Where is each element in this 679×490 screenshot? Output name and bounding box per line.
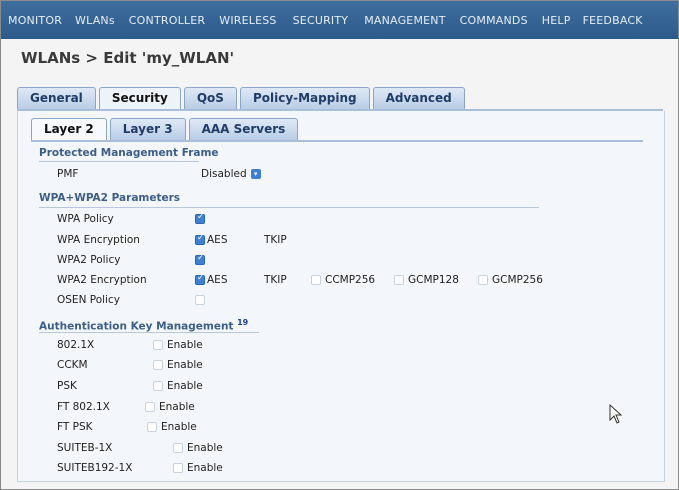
akm-enable-label: Enable bbox=[167, 339, 203, 351]
mouse-cursor-icon bbox=[609, 404, 623, 424]
wpa2-encryption-label: WPA2 Encryption bbox=[57, 274, 147, 286]
wpa2-policy-checkbox[interactable] bbox=[195, 253, 205, 265]
wpa-divider bbox=[39, 207, 539, 208]
pmf-divider bbox=[39, 161, 199, 162]
akm-enable-label: Enable bbox=[187, 462, 223, 474]
wpa2-aes-label: AES bbox=[207, 274, 228, 286]
wpa2-aes-checkbox[interactable] bbox=[195, 273, 205, 285]
wpa2-ccmp256-checkbox[interactable] bbox=[311, 275, 321, 285]
osen-policy-label: OSEN Policy bbox=[57, 294, 120, 306]
tab-general[interactable]: General bbox=[17, 87, 96, 109]
akm-suiteb192-1x-checkbox[interactable] bbox=[173, 463, 183, 473]
top-nav-bar: MONITOR WLANs CONTROLLER WIRELESS SECURI… bbox=[1, 1, 678, 39]
akm-item-label: PSK bbox=[57, 380, 77, 392]
wpa-section-title: WPA+WPA2 Parameters bbox=[39, 192, 181, 204]
wpa2-gcmp128-label: GCMP128 bbox=[408, 274, 459, 286]
tab-policy-mapping[interactable]: Policy-Mapping bbox=[239, 87, 370, 109]
pmf-select[interactable]: Disabled ▾ bbox=[201, 168, 261, 180]
chevron-down-icon: ▾ bbox=[250, 169, 261, 179]
wlan-tabs: General Security QoS Policy-Mapping Adva… bbox=[17, 87, 465, 109]
nav-monitor[interactable]: MONITOR bbox=[8, 14, 62, 27]
akm-item-label: 802.1X bbox=[57, 339, 95, 351]
wpa-encryption-label: WPA Encryption bbox=[57, 234, 140, 246]
osen-policy-checkbox[interactable] bbox=[195, 295, 205, 305]
pmf-section-title: Protected Management Frame bbox=[39, 147, 219, 159]
wpa2-policy-label: WPA2 Policy bbox=[57, 254, 121, 266]
security-subtabs: Layer 2 Layer 3 AAA Servers bbox=[31, 118, 299, 140]
akm-8021x-checkbox[interactable] bbox=[153, 340, 163, 350]
nav-wireless[interactable]: WIRELESS bbox=[219, 14, 276, 27]
subtab-layer-2[interactable]: Layer 2 bbox=[31, 118, 107, 140]
wpa2-ccmp256-label: CCMP256 bbox=[325, 274, 376, 286]
akm-item-label: SUITEB-1X bbox=[57, 442, 113, 454]
akm-section-title: Authentication Key Management 19 bbox=[39, 318, 248, 333]
app-window: MONITOR WLANs CONTROLLER WIRELESS SECURI… bbox=[0, 0, 679, 490]
wpa2-gcmp256-checkbox[interactable] bbox=[478, 275, 488, 285]
wpa2-tkip-label: TKIP bbox=[264, 274, 287, 286]
akm-item-label: FT PSK bbox=[57, 421, 93, 433]
akm-psk-checkbox[interactable] bbox=[153, 381, 163, 391]
akm-cckm-checkbox[interactable] bbox=[153, 360, 163, 370]
tab-advanced[interactable]: Advanced bbox=[372, 87, 465, 109]
wpa-aes-checkbox[interactable] bbox=[195, 233, 205, 245]
wpa-aes-label: AES bbox=[207, 234, 228, 246]
wpa2-gcmp128-checkbox[interactable] bbox=[394, 275, 404, 285]
akm-item-label: SUITEB192-1X bbox=[57, 462, 133, 474]
akm-item-label: CCKM bbox=[57, 359, 88, 371]
wpa-tkip-label: TKIP bbox=[264, 234, 287, 246]
nav-wlans[interactable]: WLANs bbox=[75, 14, 115, 27]
tab-security[interactable]: Security bbox=[98, 87, 181, 109]
nav-commands[interactable]: COMMANDS bbox=[460, 14, 528, 27]
tab-qos[interactable]: QoS bbox=[183, 87, 237, 109]
wpa2-gcmp256-label: GCMP256 bbox=[492, 274, 543, 286]
akm-ft-psk-checkbox[interactable] bbox=[147, 422, 157, 432]
pmf-value: Disabled bbox=[201, 168, 247, 180]
akm-enable-label: Enable bbox=[161, 421, 197, 433]
wpa-policy-label: WPA Policy bbox=[57, 213, 114, 225]
subtabs-underline bbox=[31, 140, 643, 142]
akm-item-label: FT 802.1X bbox=[57, 401, 110, 413]
akm-enable-label: Enable bbox=[167, 380, 203, 392]
akm-section-label: Authentication Key Management bbox=[39, 320, 234, 333]
subtab-layer-3[interactable]: Layer 3 bbox=[109, 118, 186, 140]
pmf-label: PMF bbox=[57, 168, 79, 180]
nav-feedback[interactable]: FEEDBACK bbox=[583, 14, 643, 27]
nav-management[interactable]: MANAGEMENT bbox=[364, 14, 445, 27]
akm-divider bbox=[39, 332, 259, 333]
akm-enable-label: Enable bbox=[187, 442, 223, 454]
nav-help[interactable]: HELP bbox=[542, 14, 571, 27]
akm-suiteb-1x-checkbox[interactable] bbox=[173, 443, 183, 453]
nav-controller[interactable]: CONTROLLER bbox=[129, 14, 205, 27]
nav-security[interactable]: SECURITY bbox=[293, 14, 349, 27]
akm-footnote-link[interactable]: 19 bbox=[237, 318, 248, 327]
akm-ft-8021x-checkbox[interactable] bbox=[145, 402, 155, 412]
breadcrumb: WLANs > Edit 'my_WLAN' bbox=[21, 49, 235, 67]
akm-enable-label: Enable bbox=[159, 401, 195, 413]
subtab-aaa-servers[interactable]: AAA Servers bbox=[188, 118, 299, 140]
akm-enable-label: Enable bbox=[167, 359, 203, 371]
wpa-policy-checkbox[interactable] bbox=[195, 212, 205, 224]
